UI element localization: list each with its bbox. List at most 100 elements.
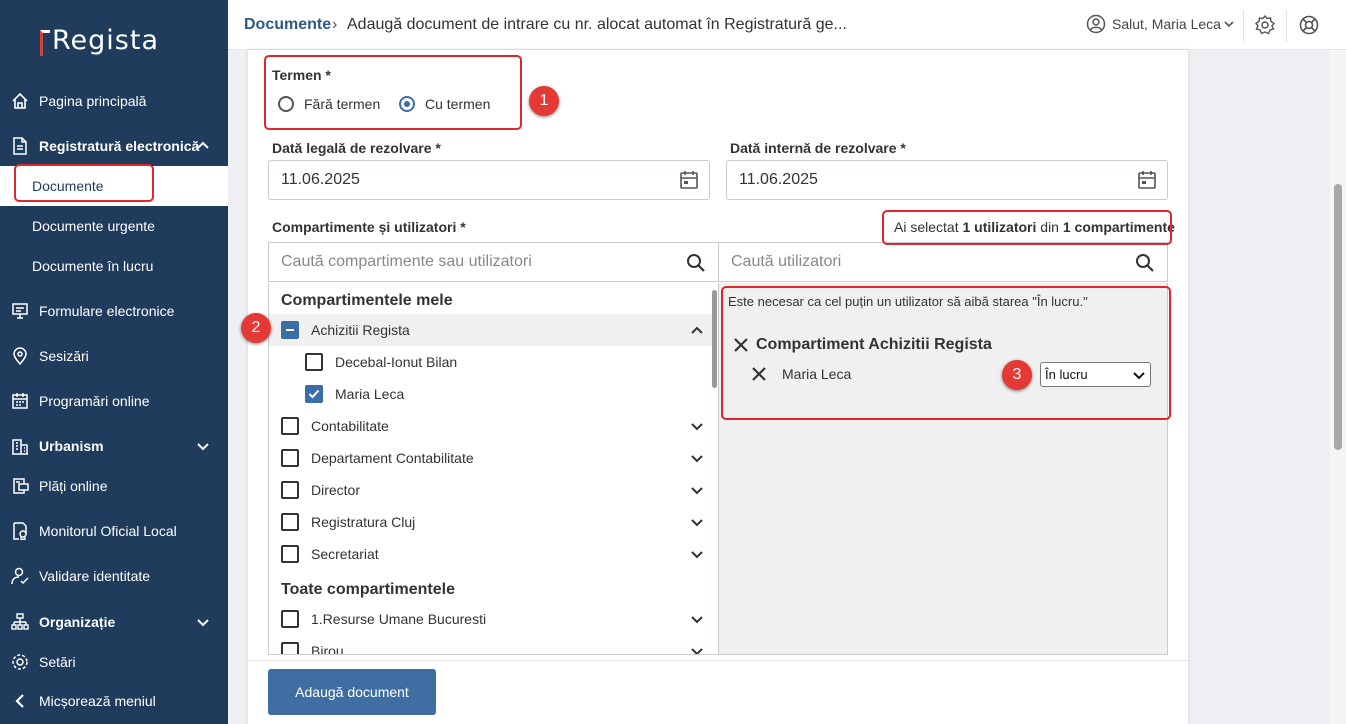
sidebar-item-setari[interactable]: Setări xyxy=(0,642,228,682)
annotation-highlight xyxy=(882,210,1172,245)
header-divider xyxy=(1243,10,1244,42)
settings-gear-icon[interactable] xyxy=(1254,14,1276,36)
sidebar-item-programari[interactable]: Programări online xyxy=(0,381,228,421)
checkbox[interactable] xyxy=(305,353,323,371)
chevron-down-icon[interactable] xyxy=(689,611,705,627)
search-icon[interactable] xyxy=(686,253,706,273)
top-header: Documente › Adaugă document de intrare c… xyxy=(228,0,1346,50)
sidebar-item-monitorul[interactable]: Monitorul Oficial Local xyxy=(0,511,228,551)
chevron-down-icon xyxy=(197,619,209,627)
search-icon[interactable] xyxy=(1135,253,1155,273)
sidebar-item-label: Urbanism xyxy=(39,438,104,454)
chevron-down-icon[interactable] xyxy=(689,450,705,466)
internal-date-field[interactable]: 11.06.2025 xyxy=(726,160,1168,200)
add-document-label: Adaugă document xyxy=(295,684,409,700)
user-menu[interactable]: Salut, Maria Leca xyxy=(1086,14,1241,34)
list-item-label: Departament Contabilitate xyxy=(311,450,474,466)
breadcrumb-current: Adaugă document de intrare cu nr. alocat… xyxy=(347,16,847,33)
users-search-input[interactable]: Caută utilizatori xyxy=(718,242,1168,282)
calendar-icon[interactable] xyxy=(1137,170,1157,190)
list-item[interactable]: Director xyxy=(269,474,715,506)
internal-date-label: Dată internă de rezolvare * xyxy=(730,140,906,156)
list-item[interactable]: 1.Resurse Umane Bucuresti xyxy=(269,603,715,635)
checkbox[interactable] xyxy=(281,610,299,628)
chevron-down-icon[interactable] xyxy=(689,514,705,530)
add-document-button[interactable]: Adaugă document xyxy=(268,669,436,715)
list-item[interactable]: Registratura Cluj xyxy=(269,506,715,538)
annotation-highlight xyxy=(14,164,154,202)
compartments-label: Compartimente și utilizatori * xyxy=(272,219,466,235)
list-scrollbar[interactable] xyxy=(712,290,717,388)
sidebar-item-urbanism[interactable]: Urbanism xyxy=(0,426,228,466)
list-item[interactable]: Birou xyxy=(269,635,715,655)
help-lifebuoy-icon[interactable] xyxy=(1298,14,1320,36)
all-compartments-title: Toate compartimentele xyxy=(281,581,455,598)
legal-date-field[interactable]: 11.06.2025 xyxy=(268,160,710,200)
checkbox[interactable] xyxy=(281,481,299,499)
collapse-menu-button[interactable]: Micșorează meniul xyxy=(0,681,228,721)
checkbox[interactable] xyxy=(281,545,299,563)
chevron-down-icon[interactable] xyxy=(689,546,705,562)
list-item[interactable]: Contabilitate xyxy=(269,410,715,442)
document-icon xyxy=(10,136,30,156)
sidebar-subitem-label: Documente în lucru xyxy=(32,258,154,274)
checkbox-partial[interactable] xyxy=(281,321,299,339)
checkbox[interactable] xyxy=(281,417,299,435)
search-placeholder: Caută utilizatori xyxy=(731,253,842,270)
chevron-down-icon xyxy=(197,443,209,451)
list-item-label: 1.Resurse Umane Bucuresti xyxy=(311,611,487,627)
compartments-list[interactable]: Compartimentele mele Achizitii Regista D… xyxy=(268,283,719,655)
my-compartments-title: Compartimentele mele xyxy=(281,292,453,309)
annotation-highlight xyxy=(264,55,522,130)
logo-text: Regista xyxy=(52,25,159,56)
chevron-down-icon xyxy=(1224,21,1234,28)
internal-date-value: 11.06.2025 xyxy=(739,171,818,188)
chevron-up-icon[interactable] xyxy=(689,322,705,338)
list-item-user[interactable]: Maria Leca xyxy=(269,378,715,410)
page-scrollbar-thumb[interactable] xyxy=(1334,184,1342,450)
list-item-user[interactable]: Decebal-Ionut Bilan xyxy=(269,346,715,378)
sidebar-item-plati[interactable]: Plăți online xyxy=(0,466,228,506)
chevron-down-icon[interactable] xyxy=(689,418,705,434)
chevron-up-icon xyxy=(197,141,209,149)
sidebar-item-organizatie[interactable]: Organizație xyxy=(0,602,228,642)
annotation-highlight xyxy=(721,286,1171,420)
logo-mark-icon xyxy=(40,30,50,56)
sidebar-item-formulare[interactable]: Formulare electronice xyxy=(0,291,228,331)
list-item-achizitii[interactable]: Achizitii Regista xyxy=(269,314,715,346)
list-item[interactable]: Departament Contabilitate xyxy=(269,442,715,474)
sidebar-item-label: Monitorul Oficial Local xyxy=(39,523,177,539)
sidebar: Regista Pagina principală Registratură e… xyxy=(0,0,228,724)
breadcrumb-root[interactable]: Documente xyxy=(244,16,331,34)
payment-icon xyxy=(10,476,30,496)
checkbox[interactable] xyxy=(281,449,299,467)
list-item-label: Director xyxy=(311,482,361,498)
sidebar-item-label: Pagina principală xyxy=(39,93,147,109)
sidebar-item-validare[interactable]: Validare identitate xyxy=(0,556,228,596)
header-divider xyxy=(1286,10,1287,42)
list-item-label: Birou xyxy=(311,643,344,655)
checkbox[interactable] xyxy=(281,513,299,531)
list-item-label: Contabilitate xyxy=(311,418,389,434)
sidebar-subitem-documente-in-lucru[interactable]: Documente în lucru xyxy=(0,246,228,286)
regista-logo[interactable]: Regista xyxy=(40,26,159,56)
chevron-down-icon[interactable] xyxy=(689,643,705,655)
sidebar-item-label: Plăți online xyxy=(39,478,108,494)
location-pin-icon xyxy=(10,346,30,366)
sidebar-item-sesizari[interactable]: Sesizări xyxy=(0,336,228,376)
list-item-label: Achizitii Regista xyxy=(311,322,410,338)
sidebar-item-home[interactable]: Pagina principală xyxy=(0,81,228,121)
user-check-icon xyxy=(10,566,30,586)
list-item[interactable]: Secretariat xyxy=(269,538,715,570)
calendar-icon xyxy=(10,391,30,411)
sidebar-subitem-documente-urgente[interactable]: Documente urgente xyxy=(0,206,228,246)
checkbox[interactable] xyxy=(281,642,299,654)
annotation-badge: 2 xyxy=(241,313,271,343)
chevron-down-icon[interactable] xyxy=(689,482,705,498)
sidebar-item-registratura[interactable]: Registratură electronică xyxy=(0,126,228,166)
checkbox-checked[interactable] xyxy=(305,385,323,403)
calendar-icon[interactable] xyxy=(679,170,699,190)
compartments-search-input[interactable]: Caută compartimente sau utilizatori xyxy=(268,242,719,282)
annotation-badge: 1 xyxy=(529,86,559,116)
sidebar-item-label: Organizație xyxy=(39,614,116,630)
